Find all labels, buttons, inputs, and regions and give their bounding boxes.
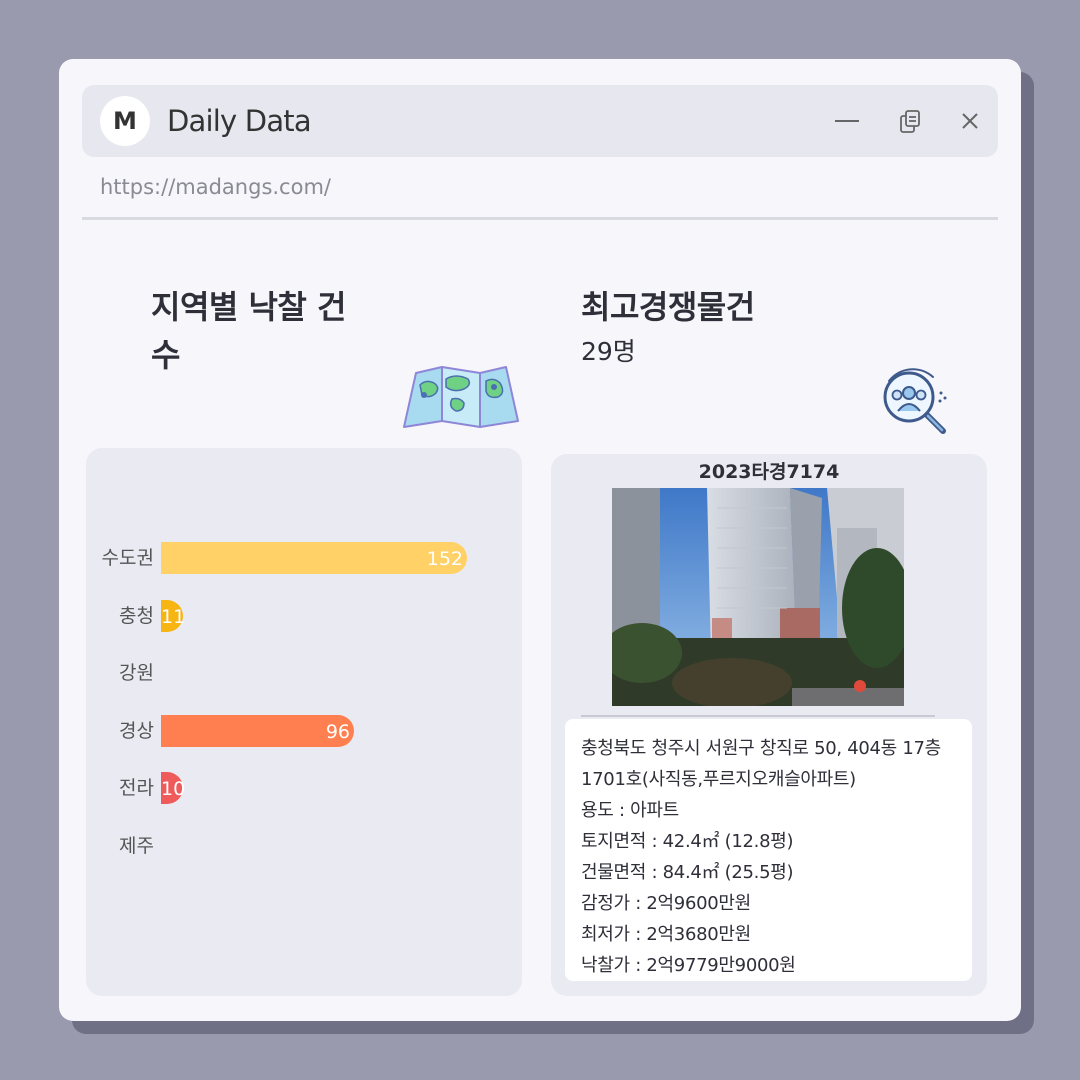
- regional-bar-chart: 수도권 152 충청 11 강원경상 96 전라 10 제주: [86, 448, 522, 996]
- app-title: Daily Data: [167, 104, 312, 138]
- bar-value-label: 11: [161, 605, 186, 628]
- building-area-line: 건물면적 : 84.4㎡ (25.5평): [581, 862, 794, 883]
- bar-category-label: 제주: [119, 834, 154, 857]
- bar-category-label: 수도권: [101, 547, 154, 569]
- winning-bid-line: 낙찰가 : 2억9779만9000원: [581, 955, 796, 976]
- bar-category-label: 전라: [119, 777, 154, 799]
- property-details: 충청북도 청주시 서원구 창직로 50, 404동 17층 1701호(사직동,…: [565, 719, 972, 981]
- bar-category-label: 강원: [119, 662, 154, 684]
- bar-value-label: 96: [325, 720, 350, 743]
- close-button[interactable]: [954, 105, 986, 137]
- photo-divider: [581, 715, 935, 717]
- appraisal-price-line: 감정가 : 2억9600만원: [581, 893, 751, 914]
- address-line-1: 충청북도 청주시 서원구 창직로 50, 404동 17층: [581, 738, 941, 759]
- minimum-price-line: 최저가 : 2억3680만원: [581, 924, 751, 945]
- group-search-icon: [883, 368, 947, 434]
- app-window: M Daily Data https://madangs.com/ 지역별 낙찰…: [59, 59, 1021, 1021]
- bar-value-label: 10: [161, 778, 186, 800]
- minimize-icon: [835, 120, 859, 122]
- copy-icon: [900, 110, 920, 133]
- top-competition-count: 29명: [581, 337, 636, 366]
- title-bar: M Daily Data: [82, 85, 998, 157]
- property-panel: 2023타경7174 충청북도 청주시 서원구 창직로 50, 404동 17층…: [551, 454, 987, 996]
- bar-row: 수도권 152: [86, 541, 522, 575]
- case-number: 2023타경7174: [698, 461, 840, 483]
- bar-row: 제주: [86, 829, 522, 863]
- property-photo: [612, 488, 904, 706]
- app-logo: M: [100, 96, 150, 146]
- logo-letter: M: [113, 107, 137, 135]
- bar-row: 경상 96: [86, 714, 522, 748]
- bar-category-label: 충청: [119, 604, 154, 627]
- regional-winning-bids-title: 지역별 낙찰 건수: [151, 288, 346, 374]
- url-text[interactable]: https://madangs.com/: [100, 175, 331, 199]
- close-icon: [962, 113, 978, 129]
- bar-row: 강원: [86, 656, 522, 690]
- bar-value-label: 152: [426, 548, 463, 570]
- url-divider: [82, 217, 998, 220]
- top-competition-title: 최고경쟁물건: [581, 288, 755, 326]
- minimize-button[interactable]: [831, 105, 863, 137]
- usage-line: 용도 : 아파트: [581, 800, 679, 821]
- copy-button[interactable]: [894, 105, 926, 137]
- land-area-line: 토지면적 : 42.4㎡ (12.8평): [581, 831, 794, 852]
- bar-category-label: 경상: [119, 719, 154, 742]
- bar-row: 충청 11: [86, 599, 522, 633]
- folded-map-icon: [403, 366, 519, 428]
- address-line-2: 1701호(사직동,푸르지오캐슬아파트): [581, 769, 856, 790]
- bar-row: 전라 10: [86, 771, 522, 805]
